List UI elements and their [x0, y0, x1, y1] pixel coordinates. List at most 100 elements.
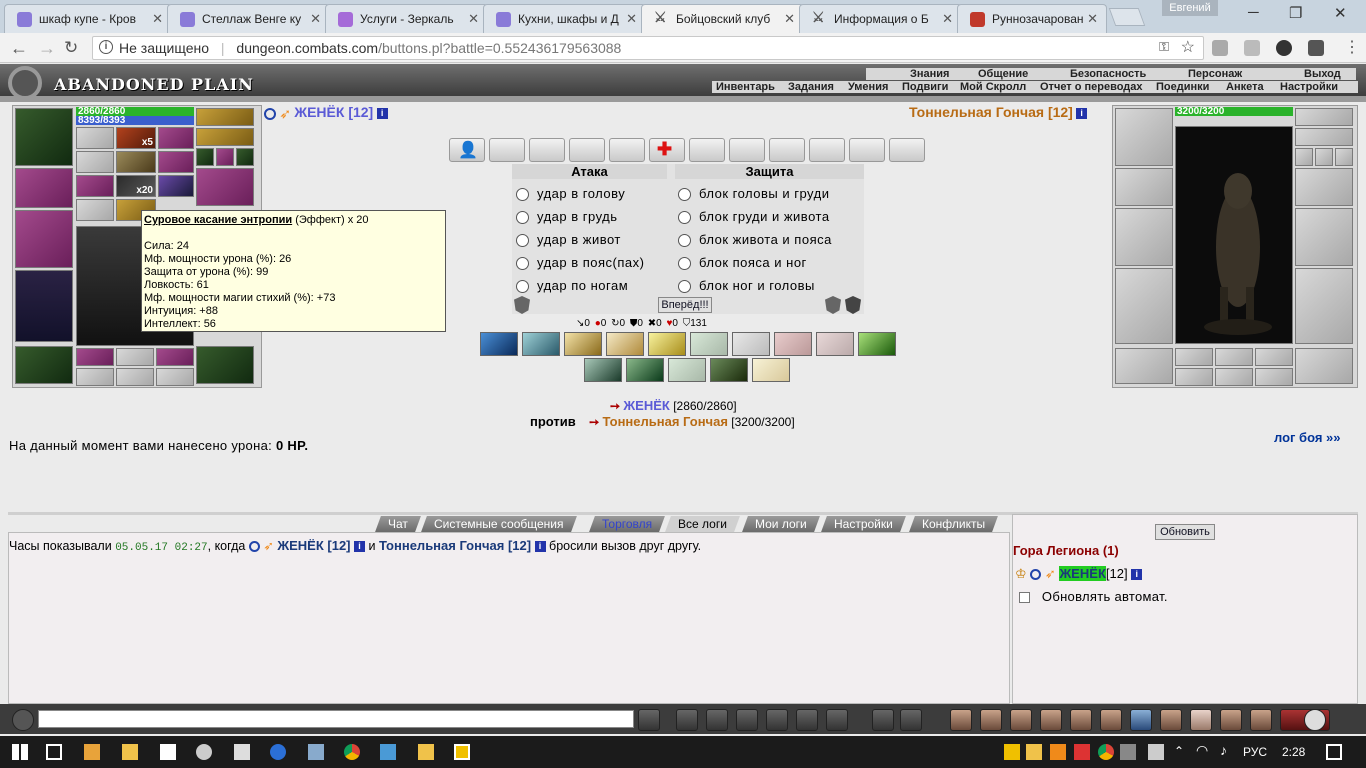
close-tab-icon[interactable]: ✕	[942, 11, 953, 27]
spell-icon-disabled[interactable]	[690, 332, 728, 356]
browser-tab[interactable]: шкаф купе - Кров ✕	[4, 4, 172, 33]
scroll-slot[interactable]	[729, 138, 765, 162]
spell-icon-disabled[interactable]	[668, 358, 706, 382]
scroll-slot[interactable]	[689, 138, 725, 162]
tray-icon[interactable]	[1004, 744, 1020, 760]
scroll-slot[interactable]	[609, 138, 645, 162]
close-tab-icon[interactable]: ✕	[626, 11, 637, 27]
spell-icon[interactable]	[584, 358, 622, 382]
chrome-icon[interactable]	[344, 744, 360, 760]
defense-radio[interactable]	[678, 211, 691, 225]
maximize-icon[interactable]: ❐	[1289, 4, 1302, 22]
tray-ru-icon[interactable]	[1120, 744, 1136, 760]
info-icon[interactable]: i	[99, 40, 113, 54]
menu-kebab-icon[interactable]: ⋮	[1344, 37, 1360, 57]
effect-slot[interactable]: x20	[116, 175, 156, 197]
browser-tab[interactable]: Стеллаж Венге ку ✕	[167, 4, 330, 33]
magic-icon[interactable]	[980, 709, 1002, 731]
tab-conflicts[interactable]: Конфликты	[909, 516, 999, 532]
enemy-info-icon[interactable]: i	[1076, 108, 1088, 120]
spell-icon[interactable]	[710, 358, 748, 382]
start-icon[interactable]	[12, 744, 28, 760]
effect-slot[interactable]	[76, 199, 114, 221]
url-bar[interactable]: i Не защищено | dungeon.combats.com/butt…	[92, 36, 1204, 60]
chat-mode-icon[interactable]	[12, 709, 34, 731]
battle-log-link[interactable]: лог боя »»	[1274, 430, 1341, 445]
spell-icon-disabled[interactable]	[816, 332, 854, 356]
auto-refresh-checkbox[interactable]	[1019, 592, 1030, 604]
mail-icon[interactable]	[1220, 709, 1242, 731]
extension-icon[interactable]	[1308, 40, 1324, 56]
key-icon[interactable]: ⚿	[1159, 39, 1169, 55]
scroll-slot[interactable]	[489, 138, 525, 162]
forward-icon[interactable]: →	[38, 38, 56, 59]
attack-option[interactable]: удар в грудь	[516, 209, 618, 225]
exit-icon[interactable]	[1250, 709, 1272, 731]
tray-app-icon[interactable]	[1148, 744, 1164, 760]
eraser-icon[interactable]	[676, 709, 698, 731]
friends-icon[interactable]	[1190, 709, 1212, 731]
earring-slot[interactable]	[196, 108, 254, 126]
crown-icon[interactable]: ♔	[1015, 566, 1027, 581]
app-icon[interactable]	[196, 744, 212, 760]
tray-folder-icon[interactable]	[1026, 744, 1042, 760]
minimize-icon[interactable]: ─	[1248, 4, 1259, 21]
close-window-icon[interactable]: ✕	[1334, 4, 1347, 22]
tray-app-icon[interactable]	[1074, 744, 1090, 760]
close-tab-icon[interactable]: ✕	[310, 11, 321, 27]
effect-slot[interactable]	[158, 151, 194, 173]
enemy-shield-slot[interactable]	[1295, 208, 1353, 266]
menu-security[interactable]: Безопасность	[1070, 68, 1146, 80]
ring-slot[interactable]	[236, 148, 254, 166]
amulet-slot[interactable]	[196, 128, 254, 146]
shield-defense-icon[interactable]	[825, 296, 841, 314]
bookmark-star-icon[interactable]: ☆	[1181, 37, 1195, 57]
scroll-icon[interactable]	[1070, 709, 1092, 731]
menu-transfer-report[interactable]: Отчет о переводах	[1040, 81, 1143, 93]
enemy-amulet-slot[interactable]	[1295, 128, 1353, 146]
effect-slot[interactable]: x5	[116, 127, 156, 149]
tab-my-logs[interactable]: Мои логи	[742, 516, 820, 532]
task-view-icon[interactable]	[46, 744, 62, 760]
member-info-icon[interactable]: i	[1131, 569, 1143, 581]
browser-tab[interactable]: Кухни, шкафы и Д ✕	[483, 4, 646, 33]
spell-icon[interactable]	[858, 332, 896, 356]
empty-belt-slot[interactable]	[116, 348, 154, 366]
close-tab-icon[interactable]: ✕	[1087, 11, 1098, 27]
scroll-slot[interactable]	[809, 138, 845, 162]
battle-player-name[interactable]: ЖЕНЁК	[623, 398, 669, 413]
spell-icon[interactable]	[606, 332, 644, 356]
menu-settings[interactable]: Настройки	[1280, 81, 1338, 93]
forward-button[interactable]: Вперёд!!!	[658, 297, 712, 313]
spell-icon-disabled[interactable]	[774, 332, 812, 356]
new-tab-button[interactable]	[1108, 8, 1146, 26]
enemy-weapon-slot[interactable]	[1115, 208, 1173, 266]
close-tab-icon[interactable]: ✕	[784, 11, 795, 27]
defense-option[interactable]: блок головы и груди	[678, 186, 829, 202]
effect-slot[interactable]	[158, 175, 194, 197]
armor-slot[interactable]	[15, 270, 73, 342]
globe-icon[interactable]	[1130, 709, 1152, 731]
tab-system-messages[interactable]: Системные сообщения	[421, 516, 577, 532]
enemy-info-icon[interactable]: i	[534, 541, 546, 553]
gloves-slot[interactable]	[196, 168, 254, 206]
menu-skills[interactable]: Умения	[848, 81, 888, 93]
effect-slot[interactable]	[158, 127, 194, 149]
enemy-belt-item-slot[interactable]	[1215, 348, 1253, 366]
belt-item-slot[interactable]	[156, 348, 194, 366]
spell-icon-disabled[interactable]	[752, 358, 790, 382]
enemy-name[interactable]: Тоннельная Гончая [12]	[909, 104, 1073, 120]
attack-radio[interactable]	[516, 188, 529, 202]
menu-profile[interactable]: Анкета	[1226, 81, 1264, 93]
scroll-slot-heal[interactable]: ✚	[649, 138, 685, 162]
spy-extension-icon[interactable]	[1276, 40, 1292, 56]
player-info-icon[interactable]: i	[353, 541, 365, 553]
empty-belt-slot[interactable]	[156, 368, 194, 386]
menu-duels[interactable]: Поединки	[1156, 81, 1209, 93]
battle-enemy-name[interactable]: Тоннельная Гончая	[603, 414, 728, 429]
scroll-slot[interactable]	[849, 138, 885, 162]
send-icon[interactable]	[638, 709, 660, 731]
character-icon[interactable]	[1100, 709, 1122, 731]
browser-tab[interactable]: Услуги - Зеркаль ✕	[325, 4, 488, 33]
scroll-slot[interactable]	[529, 138, 565, 162]
